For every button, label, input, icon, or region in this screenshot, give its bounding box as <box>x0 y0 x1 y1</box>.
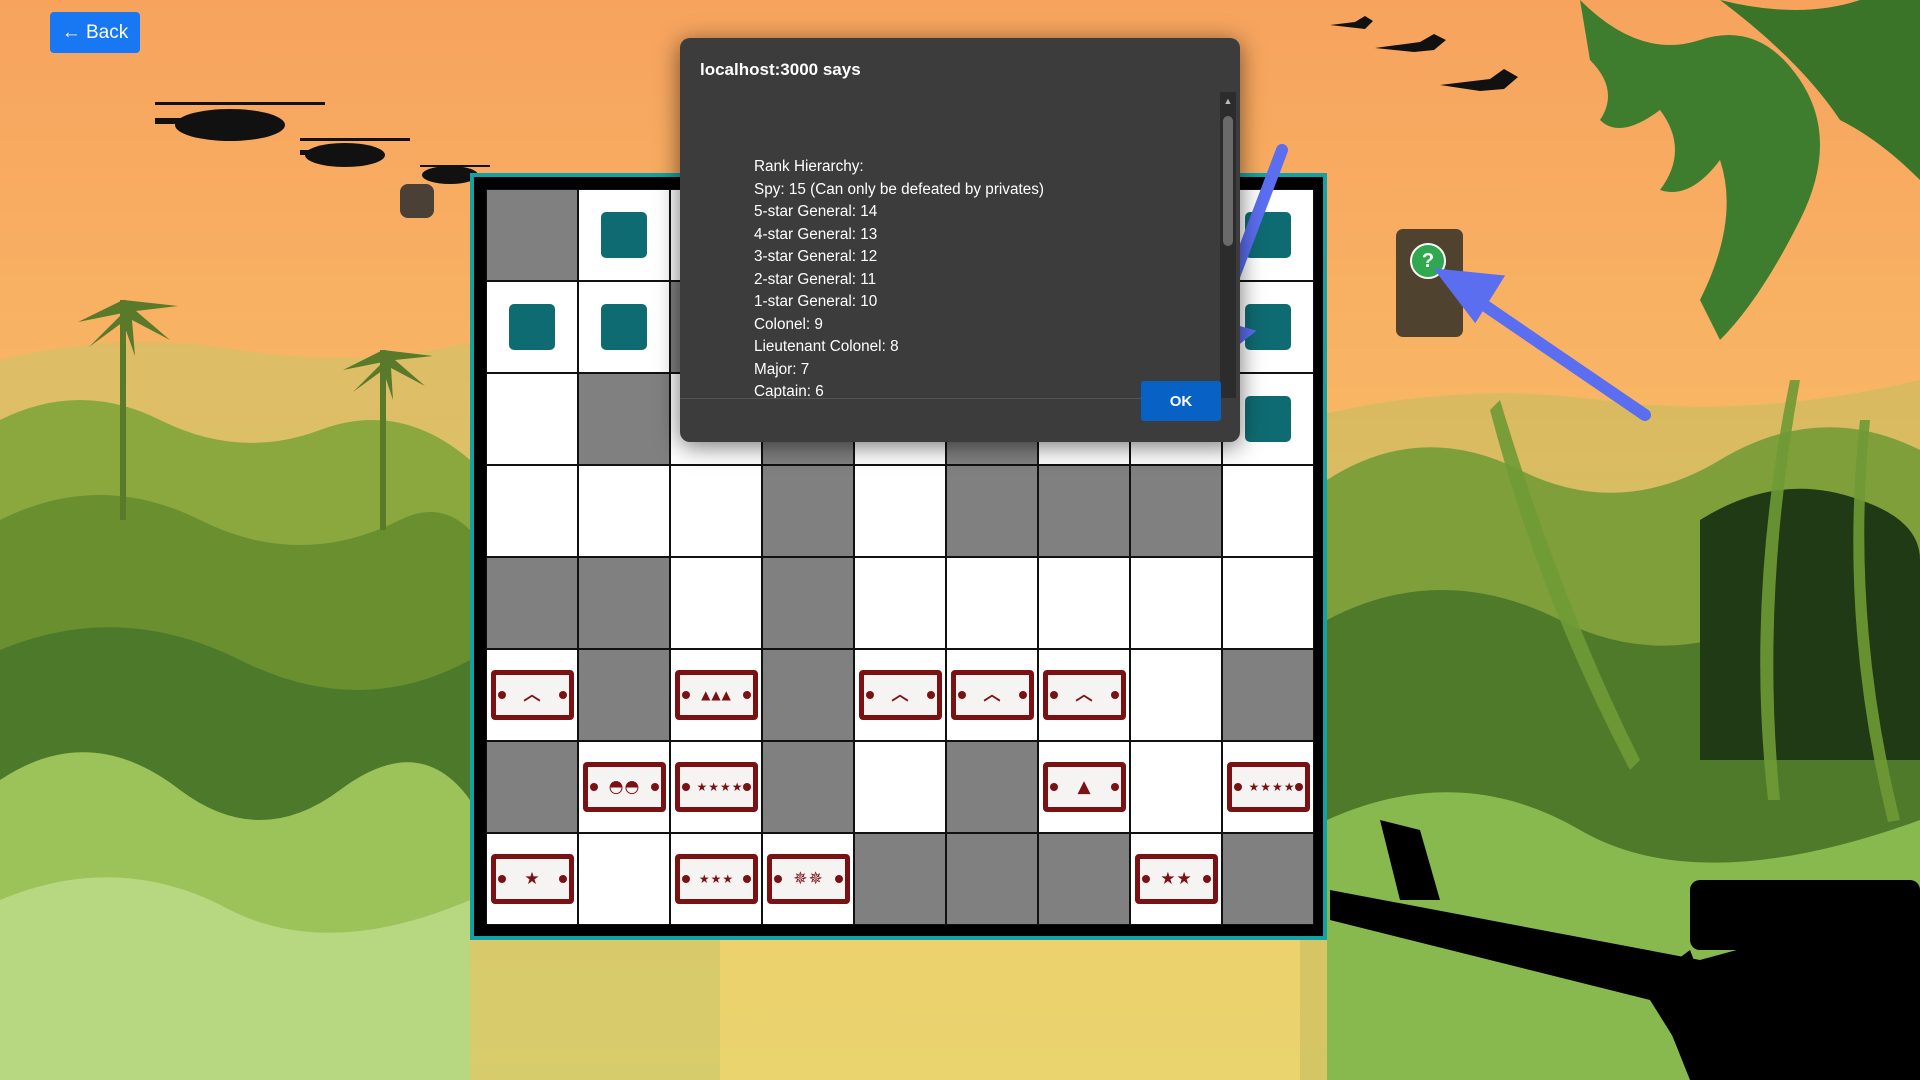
dialog-rank-line: 4-star General: 13 <box>754 225 878 243</box>
dialog-title: localhost:3000 says <box>700 60 861 79</box>
dialog-rank-line: 1-star General: 10 <box>754 293 878 310</box>
dialog-rank-line: Major: 7 <box>754 360 810 378</box>
dialog-message[interactable]: Rank Hierarchy: Spy: 15 (Can only be def… <box>680 92 1220 399</box>
dialog-rank-line: Spy: 15 (Can only be defeated by private… <box>754 180 1044 198</box>
dialog-heading: Rank Hierarchy: <box>754 158 864 175</box>
dialog-rank-line: 3-star General: 12 <box>754 248 878 265</box>
dialog-rank-line: Captain: 6 <box>754 383 824 399</box>
dialog-rank-line: Lieutenant Colonel: 8 <box>754 338 899 355</box>
ok-button[interactable]: OK <box>1141 381 1221 421</box>
scroll-thumb[interactable] <box>1223 116 1233 246</box>
scroll-up-arrow-icon[interactable]: ▲ <box>1223 96 1233 106</box>
dialog-rank-line: 5-star General: 14 <box>754 203 878 220</box>
alert-dialog: localhost:3000 says Rank Hierarchy: Spy:… <box>680 38 1240 442</box>
dialog-scrollbar[interactable]: ▲ <box>1220 92 1236 398</box>
arrow-to-help-line <box>1456 284 1651 421</box>
dialog-rank-line: 2-star General: 11 <box>754 270 877 288</box>
dialog-rank-line: Colonel: 9 <box>754 315 823 333</box>
